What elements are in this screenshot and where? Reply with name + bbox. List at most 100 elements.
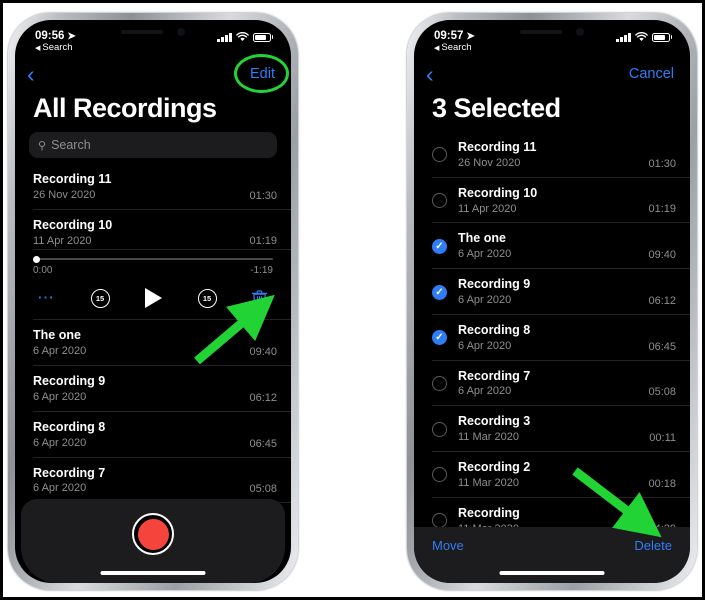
remaining-time: -1:19 [250,265,273,277]
recording-date: 11 Mar 2020 [458,431,519,444]
list-item[interactable]: ✓ Recording 9 6 Apr 2020 06:12 [414,269,690,315]
move-button[interactable]: Move [432,538,464,553]
list-item[interactable]: Recording 11 26 Nov 2020 01:30 [414,132,690,178]
status-left: 09:57 ➤ [434,30,475,42]
list-item[interactable]: Recording 3 11 Mar 2020 00:11 [414,406,690,452]
right-phone-screen: 09:57 ➤ ◀ Search ‹ Cancel 3 Selected Rec… [414,20,690,583]
location-arrow-icon: ➤ [67,30,76,42]
edit-button[interactable]: Edit [250,66,275,82]
delete-button[interactable]: Delete [634,538,672,553]
selection-checkbox[interactable] [432,193,447,209]
skip-forward-15-icon[interactable]: 15 [197,288,217,308]
recording-title: Recording 7 [458,368,531,383]
list-item[interactable]: ✓ Recording 8 6 Apr 2020 06:45 [414,315,690,361]
list-item[interactable]: Recording 10 11 Apr 2020 01:19 [15,210,291,251]
recording-date: 11 Apr 2020 [458,202,517,215]
audio-player: 0:00 -1:19 ⋯ 15 15 [15,250,291,321]
selection-checkbox[interactable] [432,421,447,437]
home-indicator [499,571,605,575]
home-indicator [100,571,206,575]
recording-info: Recording 10 11 Apr 2020 [33,217,249,249]
list-item[interactable]: ✓ The one 6 Apr 2020 09:40 [414,223,690,269]
selection-checkbox[interactable] [432,147,447,163]
notch [94,20,212,43]
list-item[interactable]: The one 6 Apr 2020 09:40 [15,320,291,366]
recording-duration: 00:18 [648,477,676,490]
status-right [217,32,273,42]
notch [493,20,611,43]
record-button-icon[interactable] [132,513,174,555]
recording-info: Recording 11 26 Nov 2020 [33,171,249,203]
recording-info: Recording 3 11 Mar 2020 [458,413,649,445]
selection-checkbox-checked[interactable]: ✓ [432,284,447,300]
front-camera-icon [177,27,185,36]
recording-title: Recording 7 [33,465,106,480]
page-title: All Recordings [33,93,217,123]
recording-date: 11 Mar 2020 [458,476,519,489]
recording-duration: 09:40 [249,346,277,359]
list-item[interactable]: Recording 9 6 Apr 2020 06:12 [15,366,291,412]
recording-date: 6 Apr 2020 [33,482,87,495]
search-icon: ⚲ [38,139,47,152]
recording-title: Recording 11 [458,140,537,154]
recording-title: Recording 11 [33,172,112,186]
ellipsis-icon[interactable]: ⋯ [37,289,55,306]
left-phone-screen: 09:56 ➤ ◀ Search ‹ Edit All Recordings ⚲… [15,20,291,583]
status-left: 09:56 ➤ [35,30,76,42]
back-to-search-app[interactable]: ◀ Search [15,42,291,53]
right-phone-frame: 09:57 ➤ ◀ Search ‹ Cancel 3 Selected Rec… [407,13,697,590]
selection-checkbox-checked[interactable]: ✓ [432,330,447,346]
selection-checkbox-checked[interactable]: ✓ [432,238,447,254]
recording-title: Recording 10 [33,217,113,232]
selection-checkbox[interactable] [432,467,447,483]
recording-date: 6 Apr 2020 [458,385,512,398]
search-placeholder: Search [51,138,91,152]
recording-info: Recording 7 6 Apr 2020 [33,465,249,497]
list-item[interactable]: Recording 7 6 Apr 2020 05:08 [414,361,690,407]
list-item[interactable]: Recording 11 26 Nov 2020 01:30 [15,164,291,210]
playback-scrubber[interactable] [33,254,273,264]
right-recordings-list: Recording 11 26 Nov 2020 01:30 Recording… [414,132,690,583]
list-item[interactable]: Recording 10 11 Apr 2020 01:19 [414,178,690,224]
recording-date: 6 Apr 2020 [33,345,87,358]
page-title: 3 Selected [432,93,561,123]
recording-duration: 01:19 [249,235,277,248]
playback-times: 0:00 -1:19 [33,265,273,276]
skip-back-15-icon[interactable]: 15 [90,288,110,308]
chevron-left-icon[interactable]: ‹ [426,62,434,86]
front-camera-icon [576,27,584,36]
search-input[interactable]: ⚲ Search [29,132,277,158]
chevron-left-icon[interactable]: ‹ [27,62,35,86]
back-to-app-label: Search [441,42,472,53]
recording-duration: 06:12 [249,391,277,404]
wifi-icon [235,32,249,41]
recording-date: 6 Apr 2020 [33,436,87,449]
list-item[interactable]: Recording 7 6 Apr 2020 05:08 [15,458,291,504]
recording-date: 26 Nov 2020 [33,188,96,201]
recording-title: Recording 9 [458,277,531,292]
back-to-search-app[interactable]: ◀ Search [414,42,690,53]
screenshot-canvas: 09:56 ➤ ◀ Search ‹ Edit All Recordings ⚲… [0,0,705,600]
scrubber-knob[interactable] [33,255,40,263]
wifi-icon [634,32,648,41]
list-item[interactable]: Recording 2 11 Mar 2020 00:18 [414,452,690,498]
recording-duration: 06:45 [648,340,676,353]
trash-icon[interactable] [252,290,267,307]
skip-back-label: 15 [95,293,105,303]
cancel-button[interactable]: Cancel [629,66,674,82]
left-phone-frame: 09:56 ➤ ◀ Search ‹ Edit All Recordings ⚲… [8,13,298,590]
selection-checkbox[interactable] [432,375,447,391]
recording-date: 26 Nov 2020 [458,156,521,169]
play-icon[interactable] [145,288,162,309]
earpiece-speaker-icon [121,29,163,34]
recording-info: Recording 8 6 Apr 2020 [33,419,249,451]
earpiece-speaker-icon [520,29,562,34]
left-recordings-list: Recording 11 26 Nov 2020 01:30 Recording… [15,164,291,504]
recording-duration: 00:11 [649,432,676,445]
recording-info: The one 6 Apr 2020 [458,230,648,262]
recording-title: Recording 8 [33,419,106,434]
list-item[interactable]: Recording 8 6 Apr 2020 06:45 [15,412,291,458]
recording-date: 6 Apr 2020 [458,248,512,261]
selection-checkbox[interactable] [432,513,447,529]
skip-forward-label: 15 [202,293,212,303]
